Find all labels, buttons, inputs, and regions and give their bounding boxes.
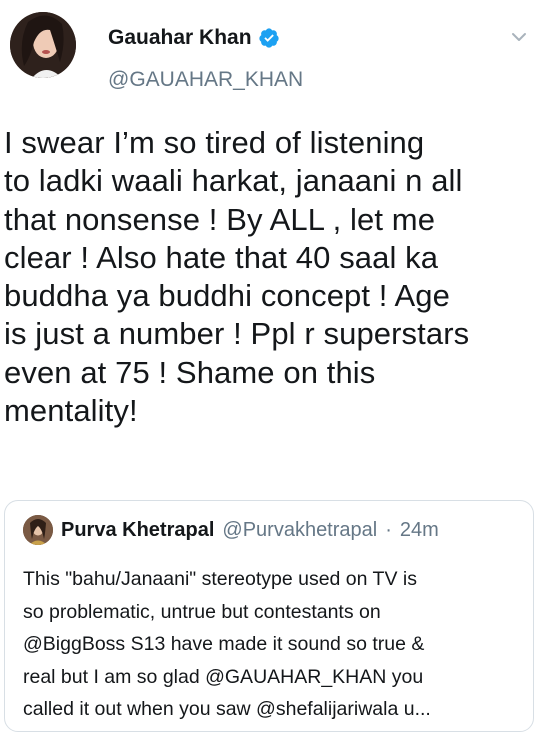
author-name[interactable]: Gauahar Khan bbox=[108, 26, 252, 50]
quoted-text-line: called it out when you saw @shefalijariw… bbox=[23, 698, 431, 720]
tweet-text-line: buddha ya buddhi concept ! Age bbox=[4, 278, 450, 314]
quoted-author-name: Purva Khetrapal bbox=[61, 518, 215, 541]
tweet-text-line: that nonsense ! By ALL , let me bbox=[4, 201, 436, 237]
author-handle[interactable]: @GAUAHAR_KHAN bbox=[108, 68, 303, 92]
quoted-tweet[interactable]: Purva Khetrapal @Purvakhetrapal · 24m Th… bbox=[4, 500, 534, 732]
tweet-text: I swear I’m so tired of listening to lad… bbox=[4, 124, 532, 430]
quoted-tweet-text: This "bahu/Janaani" stereotype used on T… bbox=[23, 563, 531, 726]
author-avatar[interactable] bbox=[10, 12, 76, 78]
quoted-tweet-header: Purva Khetrapal @Purvakhetrapal · 24m bbox=[23, 515, 439, 545]
separator-dot: · bbox=[385, 518, 392, 541]
quoted-tweet-timestamp: 24m bbox=[399, 518, 439, 541]
quoted-text-line: This "bahu/Janaani" stereotype used on T… bbox=[23, 568, 417, 590]
tweet-text-line: I swear I’m so tired of listening bbox=[4, 125, 425, 160]
tweet-text-line: to ladki waali harkat, janaani n all bbox=[4, 163, 463, 199]
chevron-down-icon[interactable] bbox=[510, 28, 528, 46]
quoted-text-line: @BiggBoss S13 have made it sound so true… bbox=[23, 633, 425, 655]
quoted-author-handle: @Purvakhetrapal bbox=[222, 518, 378, 541]
verified-badge-icon bbox=[258, 28, 279, 48]
tweet-text-line: even at 75 ! Shame on this bbox=[4, 354, 376, 390]
quoted-text-line: so problematic, untrue but contestants o… bbox=[23, 600, 381, 623]
tweet-text-line: is just a number ! Ppl r superstars bbox=[4, 316, 470, 352]
tweet-text-line: mentality! bbox=[4, 393, 138, 429]
quoted-text-line: real but I am so glad @GAUAHAR_KHAN you bbox=[23, 665, 424, 688]
author-name-row: Gauahar Khan bbox=[108, 26, 280, 50]
tweet-text-line: clear ! Also hate that 40 saal ka bbox=[4, 239, 439, 275]
tweet-card: Gauahar Khan @GAUAHAR_KHAN I swear I’m s… bbox=[0, 0, 536, 736]
quoted-author-avatar bbox=[23, 515, 53, 545]
